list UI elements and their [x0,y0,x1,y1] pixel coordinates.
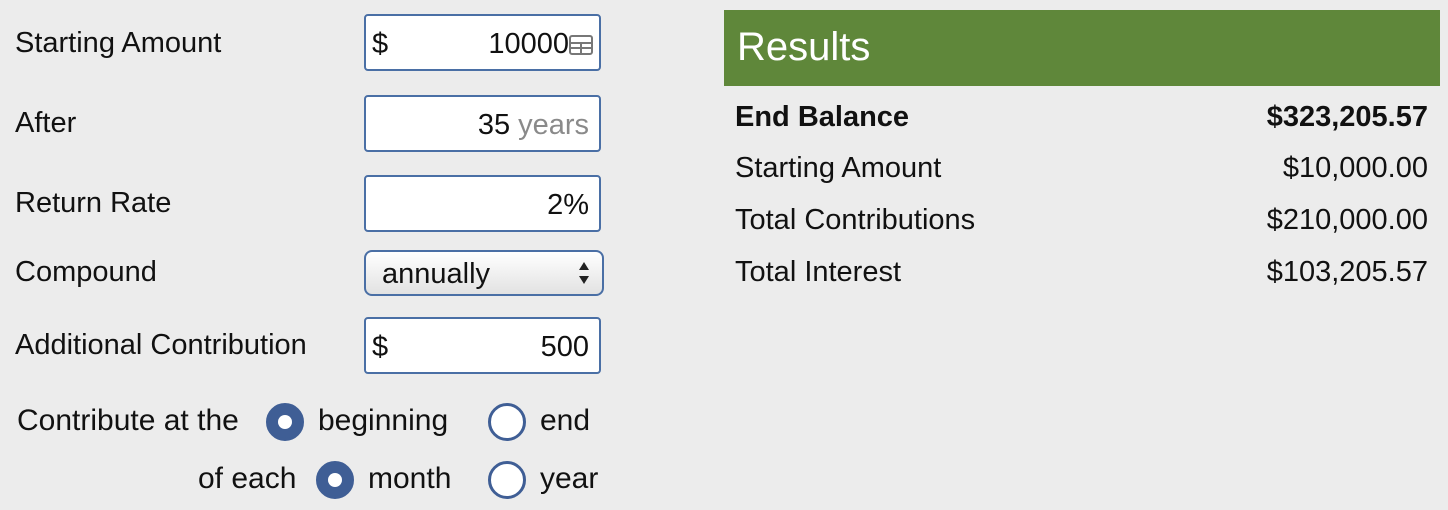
investment-form: Starting Amount $ 10000 After 35 years Re… [0,0,650,510]
radio-end-label[interactable]: end [540,404,590,438]
contribute-at-label: Contribute at the [17,404,239,437]
result-label: End Balance [735,101,910,133]
years-unit: years [518,109,589,141]
starting-amount-label: Starting Amount [15,27,222,59]
results-header: Results [724,10,1440,86]
return-rate-value: 2% [547,189,589,221]
of-each-label: of each [198,462,297,495]
calculator-icon[interactable] [569,35,593,55]
result-row-end-balance: End Balance $323,205.57 [735,100,1428,134]
radio-month-label[interactable]: month [368,462,451,496]
compound-select[interactable]: annually [364,250,604,296]
additional-contribution-input[interactable]: $ 500 [364,317,601,374]
result-row-starting-amount: Starting Amount $10,000.00 [735,151,1428,185]
result-row-total-contributions: Total Contributions $210,000.00 [735,203,1428,237]
additional-contribution-value: 500 [540,331,589,363]
result-row-total-interest: Total Interest $103,205.57 [735,255,1428,289]
currency-symbol: $ [372,331,389,363]
result-label: Total Contributions [735,204,976,236]
return-rate-label: Return Rate [15,187,172,219]
years-value: 35 [477,109,511,141]
additional-contribution-label: Additional Contribution [15,329,307,361]
years-value-wrap: 35 years [478,108,589,142]
radio-beginning[interactable] [266,403,304,441]
result-value: $210,000.00 [1266,204,1428,236]
radio-beginning-label[interactable]: beginning [318,404,448,438]
radio-year[interactable] [488,461,526,499]
result-value: $323,205.57 [1266,101,1428,133]
years-input[interactable]: 35 years [364,95,601,152]
currency-symbol: $ [372,28,389,60]
after-label: After [15,107,77,139]
return-rate-input[interactable]: 2% [364,175,601,232]
radio-month[interactable] [316,461,354,499]
result-value: $10,000.00 [1282,152,1428,184]
radio-year-label[interactable]: year [540,462,598,496]
result-label: Starting Amount [735,152,942,184]
starting-amount-input[interactable]: $ 10000 [364,14,601,71]
radio-end[interactable] [488,403,526,441]
result-value: $103,205.57 [1266,256,1428,288]
compound-label: Compound [15,256,157,288]
starting-amount-value: 10000 [488,28,569,60]
compound-selected-value: annually [382,258,491,290]
select-arrows-icon [579,262,589,284]
result-label: Total Interest [735,256,902,288]
